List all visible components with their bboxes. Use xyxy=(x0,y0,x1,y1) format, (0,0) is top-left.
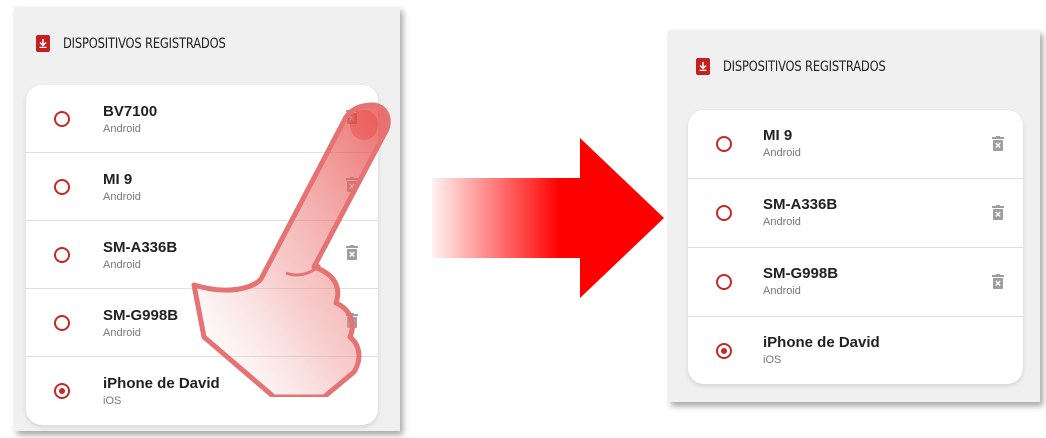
device-os: Android xyxy=(103,327,141,339)
device-name: SM-G998B xyxy=(103,307,179,324)
panel-header: DISPOSITIVOS REGISTRADOS xyxy=(36,35,261,52)
device-radio[interactable] xyxy=(716,205,732,221)
device-os: iOS xyxy=(103,395,122,407)
device-radio[interactable] xyxy=(54,111,70,127)
devices-panel-before: DISPOSITIVOS REGISTRADOS BV7100 Android … xyxy=(14,7,400,431)
device-radio-selected[interactable] xyxy=(54,383,70,399)
device-radio[interactable] xyxy=(716,136,732,152)
trash-icon[interactable] xyxy=(992,205,1004,220)
device-radio-selected[interactable] xyxy=(716,343,732,359)
device-name: SM-G998B xyxy=(763,265,839,282)
trash-icon[interactable] xyxy=(992,274,1004,289)
device-name: SM-A336B xyxy=(763,196,838,213)
phone-download-icon xyxy=(36,35,50,52)
device-list: MI 9 Android SM-A336B Android SM-G998B A… xyxy=(688,110,1023,384)
device-name: BV7100 xyxy=(103,103,158,120)
device-name: MI 9 xyxy=(763,127,793,144)
device-row[interactable]: SM-G998B Android xyxy=(26,289,378,357)
device-row[interactable]: SM-G998B Android xyxy=(688,248,1023,317)
device-row[interactable]: iPhone de David iOS xyxy=(26,357,378,424)
device-radio[interactable] xyxy=(54,179,70,195)
device-name: MI 9 xyxy=(103,171,133,188)
trash-icon[interactable] xyxy=(346,177,358,192)
device-os: Android xyxy=(103,259,141,271)
device-radio[interactable] xyxy=(54,315,70,331)
device-os: Android xyxy=(763,147,801,159)
panel-header: DISPOSITIVOS REGISTRADOS xyxy=(696,58,921,75)
trash-icon[interactable] xyxy=(346,313,358,328)
device-name: iPhone de David xyxy=(763,334,880,351)
devices-panel-after: DISPOSITIVOS REGISTRADOS MI 9 Android SM… xyxy=(668,30,1040,402)
device-row[interactable]: SM-A336B Android xyxy=(26,221,378,289)
panel-title: DISPOSITIVOS REGISTRADOS xyxy=(63,35,226,52)
device-list: BV7100 Android MI 9 Android SM-A336B And… xyxy=(26,85,378,425)
device-os: Android xyxy=(763,285,801,297)
right-arrow-icon xyxy=(432,138,664,298)
trash-icon[interactable] xyxy=(992,136,1004,151)
phone-download-icon xyxy=(696,58,710,75)
device-name: iPhone de David xyxy=(103,375,220,392)
trash-icon[interactable] xyxy=(346,245,358,260)
device-row[interactable]: BV7100 Android xyxy=(26,85,378,153)
device-os: Android xyxy=(763,216,801,228)
device-row[interactable]: SM-A336B Android xyxy=(688,179,1023,248)
device-name: SM-A336B xyxy=(103,239,178,256)
device-radio[interactable] xyxy=(54,247,70,263)
panel-title: DISPOSITIVOS REGISTRADOS xyxy=(723,58,886,75)
device-os: Android xyxy=(103,123,141,135)
trash-icon[interactable] xyxy=(346,109,358,124)
device-row[interactable]: MI 9 Android xyxy=(26,153,378,221)
device-os: Android xyxy=(103,191,141,203)
device-radio[interactable] xyxy=(716,274,732,290)
device-row[interactable]: iPhone de David iOS xyxy=(688,317,1023,384)
device-row[interactable]: MI 9 Android xyxy=(688,110,1023,179)
device-os: iOS xyxy=(763,354,782,366)
